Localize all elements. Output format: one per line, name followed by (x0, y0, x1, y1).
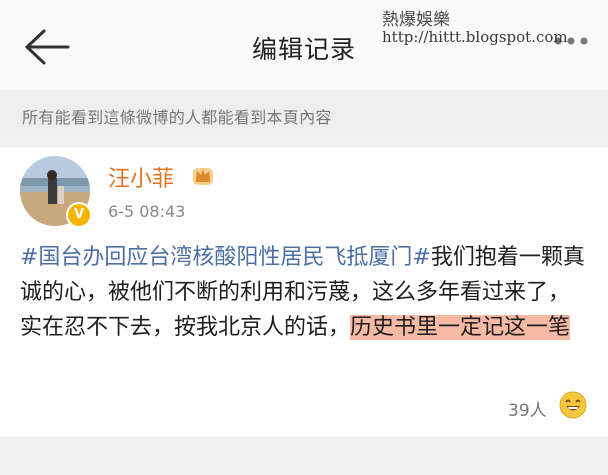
visibility-notice: 所有能看到這條微博的人都能看到本頁內容 (22, 108, 332, 127)
crown-icon (193, 168, 213, 185)
post-timestamp: 6-5 08:43 (108, 202, 186, 221)
watermark-title: 熱爆娛樂 (382, 10, 450, 30)
likes-count: 39人 (508, 401, 547, 421)
highlighted-text: 历史书里一定记这一笔 (350, 315, 571, 340)
post-body: #国台办回应台湾核酸阳性居民飞抵厦门#我们抱着一颗真诚的心，被他们不断的利用和污… (20, 240, 590, 345)
watermark-url: http://hittt.blogspot.com (382, 28, 568, 46)
smile-emoji-icon[interactable] (559, 391, 587, 419)
verified-icon: V (66, 202, 92, 228)
top-bar: 编辑记录 熱爆娛樂 http://hittt.blogspot.com (0, 0, 608, 90)
topic-hashtag-link[interactable]: #国台办回应台湾核酸阳性居民飞抵厦门# (20, 245, 431, 270)
username[interactable]: 汪小菲 (108, 161, 174, 193)
